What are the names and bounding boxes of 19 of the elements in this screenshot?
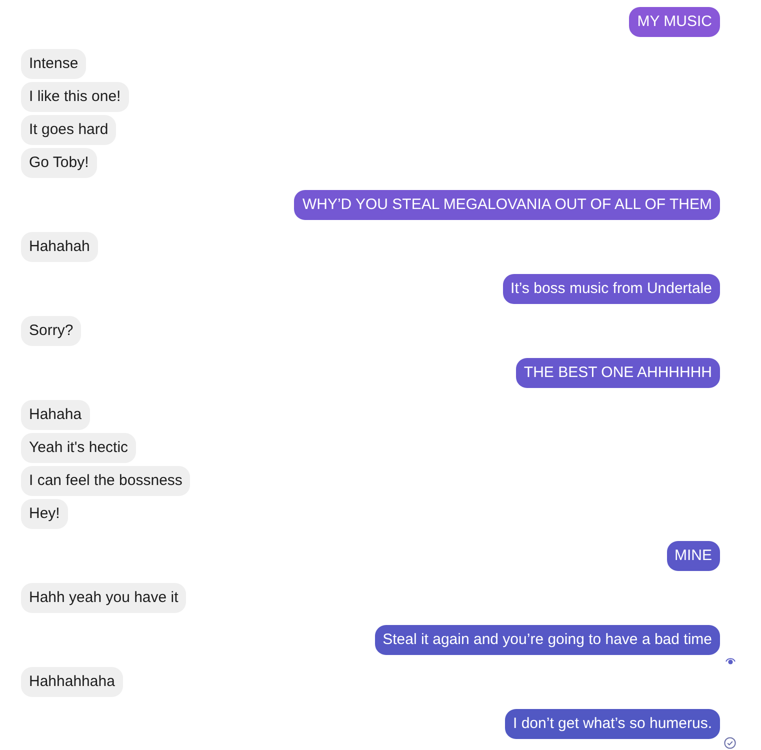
received-message: Hahaha <box>21 400 90 430</box>
received-message: Hahahah <box>21 232 98 262</box>
received-message: Sorry? <box>21 316 82 346</box>
sent-message: I don’t get what’s so humerus. <box>505 709 720 739</box>
sent-message: It’s boss music from Undertale <box>502 274 720 304</box>
sent-message: THE BEST ONE AHHHHHH <box>516 358 720 388</box>
sent-message: Steal it again and you’re going to have a bad time <box>374 625 720 655</box>
received-message: Hahhahhaha <box>21 667 123 697</box>
received-message: Yeah it's hectic <box>21 433 136 463</box>
received-message: Hahh yeah you have it <box>21 583 186 613</box>
sent-message: MINE <box>666 541 720 571</box>
sent-message: WHY’D YOU STEAL MEGALOVANIA OUT OF ALL OF THEM <box>294 190 720 220</box>
received-message: I like this one! <box>21 82 129 112</box>
received-message: Go Toby! <box>21 148 97 178</box>
received-message: It goes hard <box>21 115 116 145</box>
received-message: I can feel the bossness <box>21 466 190 496</box>
received-message: Intense <box>21 49 86 79</box>
received-message: Hey! <box>21 499 68 529</box>
sent-message: MY MUSIC <box>629 7 720 37</box>
